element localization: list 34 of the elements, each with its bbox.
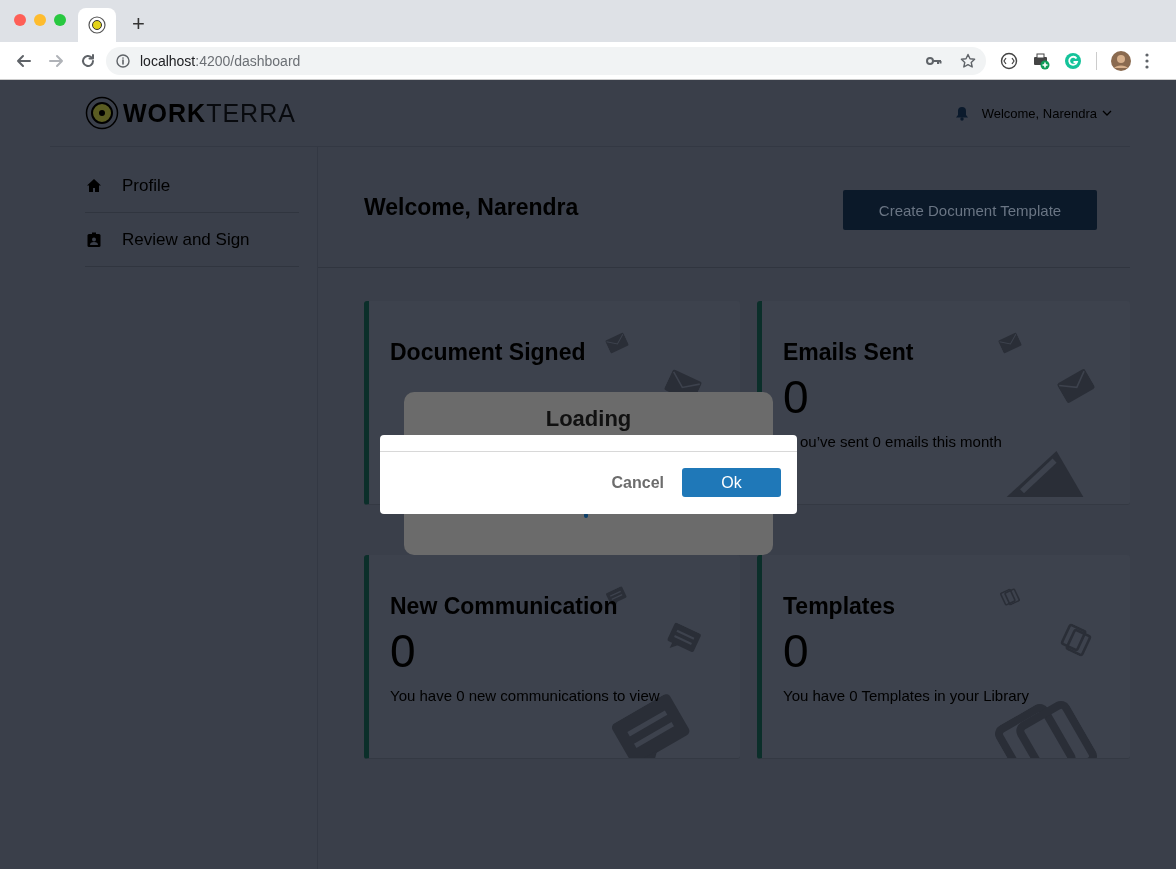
star-icon[interactable] bbox=[960, 52, 976, 69]
card-caption: ou’ve sent 0 emails this month bbox=[800, 432, 1002, 450]
card-title: Document Signed bbox=[390, 339, 586, 366]
address-bar[interactable]: localhost:4200/dashboard bbox=[106, 46, 986, 75]
avatar-icon[interactable] bbox=[1111, 50, 1131, 71]
ok-button[interactable]: Ok bbox=[682, 468, 781, 497]
id-badge-icon bbox=[86, 231, 102, 248]
stat-count: 0 bbox=[783, 626, 809, 677]
extension-icon[interactable] bbox=[1000, 51, 1018, 70]
url-text: localhost:4200/dashboard bbox=[140, 52, 301, 69]
chevron-down-icon bbox=[1102, 110, 1112, 116]
printer-icon[interactable] bbox=[1032, 51, 1050, 70]
page-title: Welcome, Narendra bbox=[364, 193, 579, 221]
key-icon[interactable] bbox=[926, 55, 942, 66]
new-tab-button[interactable]: + bbox=[132, 13, 145, 35]
reload-icon[interactable] bbox=[80, 52, 96, 69]
stat-count: 0 bbox=[390, 626, 416, 677]
loading-title: Loading bbox=[544, 406, 633, 432]
card-title: Templates bbox=[783, 593, 896, 620]
back-icon[interactable] bbox=[16, 52, 32, 69]
menu-icon[interactable] bbox=[1145, 52, 1149, 69]
stat-count: 0 bbox=[783, 372, 809, 423]
info-icon bbox=[116, 53, 130, 68]
card-title: New Communication bbox=[390, 593, 618, 620]
card-caption: You have 0 new communications to view bbox=[390, 686, 660, 704]
favicon-icon bbox=[88, 16, 106, 34]
brand-name: WORKTERRA bbox=[123, 98, 296, 128]
logo-icon bbox=[85, 96, 119, 130]
card-title: Emails Sent bbox=[783, 339, 914, 366]
home-icon bbox=[86, 177, 102, 194]
browser-tab[interactable] bbox=[78, 8, 116, 42]
cancel-button[interactable]: Cancel bbox=[609, 469, 666, 496]
create-template-button[interactable]: Create Document Template bbox=[843, 190, 1097, 230]
card-caption: You have 0 Templates in your Library bbox=[783, 686, 1029, 704]
